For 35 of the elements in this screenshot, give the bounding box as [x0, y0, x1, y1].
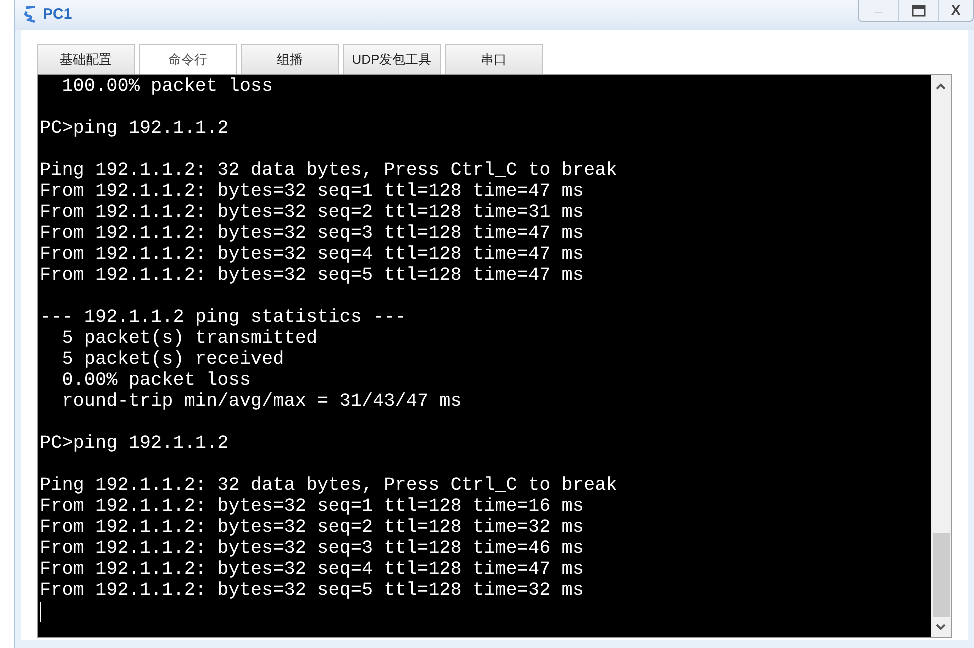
terminal-line: round-trip min/avg/max = 31/43/47 ms [61, 391, 462, 412]
tab[interactable]: UDP发包工具 [343, 44, 441, 74]
scrollbar-thumb[interactable] [932, 533, 950, 617]
terminal-line: 100.00% packet loss [61, 76, 274, 97]
minimize-button[interactable]: _ [859, 0, 899, 21]
terminal-line: PC>ping 192.1.1.2 [40, 118, 229, 139]
window-title: PC1 [43, 4, 72, 25]
terminal-line: 5 packet(s) transmitted [61, 328, 318, 349]
terminal-line: 5 packet(s) received [61, 349, 284, 370]
terminal-line: From 192.1.1.2: bytes=32 seq=2 ttl=128 time=31 ms [40, 202, 584, 223]
terminal-line: From 192.1.1.2: bytes=32 seq=4 ttl=128 time=47 ms [40, 559, 584, 580]
terminal-line: Ping 192.1.1.2: 32 data bytes, Press Ctrl_C to break [40, 160, 618, 181]
terminal-line: --- 192.1.1.2 ping statistics --- [40, 307, 406, 328]
terminal-line: From 192.1.1.2: bytes=32 seq=3 ttl=128 time=47 ms [40, 223, 584, 244]
close-button[interactable]: X [939, 0, 973, 21]
terminal-line: From 192.1.1.2: bytes=32 seq=4 ttl=128 time=47 ms [40, 244, 584, 265]
tab[interactable]: 命令行 [139, 44, 237, 74]
scrollbar[interactable] [931, 75, 951, 637]
tab[interactable]: 组播 [241, 44, 339, 74]
terminal[interactable] [38, 75, 931, 637]
terminal-line: From 192.1.1.2: bytes=32 seq=2 ttl=128 time=32 ms [40, 517, 584, 538]
maximize-icon [912, 4, 926, 16]
terminal-line: From 192.1.1.2: bytes=32 seq=3 ttl=128 time=46 ms [40, 538, 584, 559]
terminal-line: From 192.1.1.2: bytes=32 seq=1 ttl=128 time=16 ms [40, 496, 584, 517]
tab[interactable]: 串口 [445, 44, 543, 74]
terminal-line: From 192.1.1.2: bytes=32 seq=5 ttl=128 time=47 ms [40, 265, 584, 286]
scroll-up-icon [936, 83, 946, 91]
terminal-line: From 192.1.1.2: bytes=32 seq=5 ttl=128 time=32 ms [40, 580, 584, 601]
tab[interactable]: 基础配置 [37, 44, 135, 74]
text-cursor [40, 602, 41, 622]
terminal-line: Ping 192.1.1.2: 32 data bytes, Press Ctrl_C to break [40, 475, 618, 496]
terminal-line: 0.00% packet loss [61, 370, 251, 391]
scroll-down-icon [936, 623, 946, 631]
terminal-line: From 192.1.1.2: bytes=32 seq=1 ttl=128 time=47 ms [40, 181, 584, 202]
terminal-line: PC>ping 192.1.1.2 [40, 433, 229, 454]
